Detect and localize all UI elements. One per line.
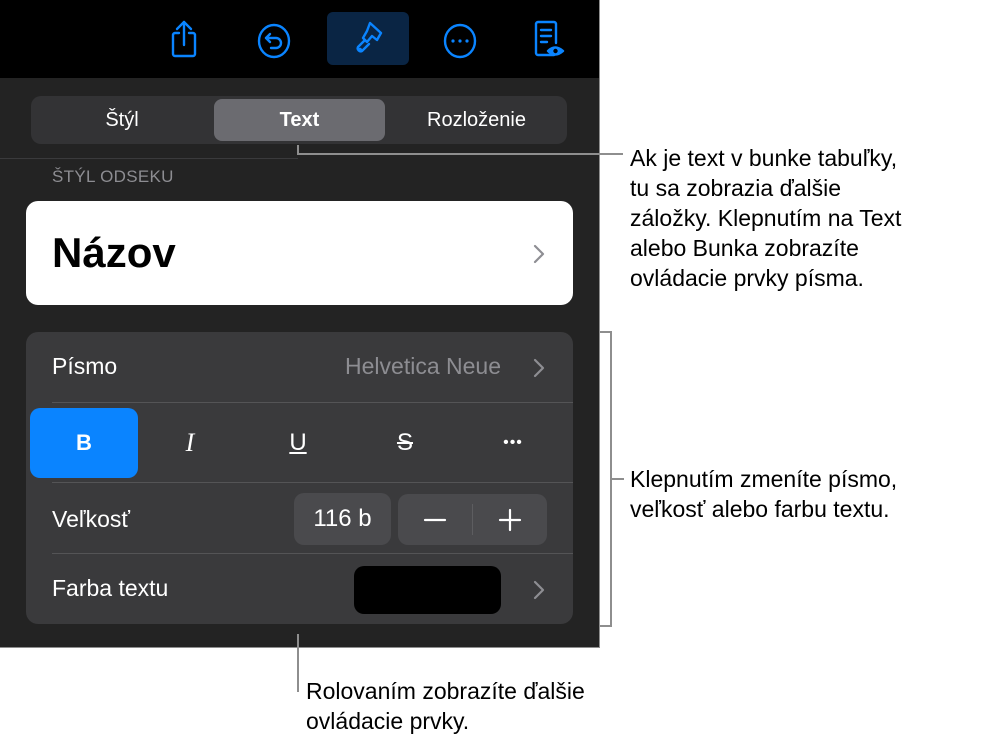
chevron-right-icon	[533, 358, 545, 378]
increase-size-button[interactable]	[473, 494, 547, 545]
callout-line-text: alebo Bunka zobrazíte	[630, 235, 859, 261]
format-button[interactable]	[327, 12, 409, 65]
callout-line-text: tu sa zobrazia ďalšie	[630, 175, 842, 201]
size-label: Veľkosť	[52, 506, 130, 532]
tab-segmented-control: Štýl Text Rozloženie	[31, 96, 567, 144]
minus-icon	[423, 518, 447, 521]
bold-label: B	[76, 430, 92, 455]
size-stepper	[398, 494, 547, 545]
text-color-swatch[interactable]	[354, 566, 501, 614]
paragraph-style-button[interactable]: Názov	[26, 201, 573, 305]
callout-line-text: Klepnutím zmeníte písmo,	[630, 466, 898, 492]
chevron-right-icon	[533, 580, 545, 600]
callout-line-text: ovládacie prvky písma.	[630, 265, 864, 291]
callout-line-text: záložky. Klepnutím na Text	[630, 205, 902, 231]
divider	[0, 158, 298, 159]
font-row[interactable]: Písmo Helvetica Neue	[26, 332, 573, 402]
format-panel: Štýl Text Rozloženie ŠTÝL ODSEKU Názov P…	[0, 0, 600, 648]
callout-line-text: veľkosť alebo farbu textu.	[630, 496, 890, 522]
reading-view-button[interactable]	[507, 12, 589, 65]
more-format-options-button[interactable]: •••	[459, 408, 567, 478]
plus-icon	[498, 508, 522, 531]
callout-font-controls-text: Klepnutím zmeníte písmo, veľkosť alebo f…	[630, 464, 897, 524]
ellipsis-circle-icon	[443, 23, 477, 58]
font-controls-group: Písmo Helvetica Neue B I U S ••• Veľkosť…	[26, 332, 573, 624]
text-color-label: Farba textu	[52, 575, 169, 601]
separator	[52, 482, 573, 483]
bracket-bottom	[600, 625, 612, 627]
size-input[interactable]: 116 b	[294, 493, 391, 545]
callout-tabs-text: Ak je text v bunke tabuľky, tu sa zobraz…	[630, 143, 901, 293]
ellipsis-icon: •••	[503, 434, 523, 451]
strikethrough-button[interactable]: S	[351, 408, 459, 478]
callout-line-text: Rolovaním zobrazíte ďalšie	[306, 678, 585, 704]
undo-icon	[257, 23, 291, 58]
underline-label: U	[289, 429, 307, 456]
callout-line-text: Ak je text v bunke tabuľky,	[630, 145, 898, 171]
tab-layout[interactable]: Rozloženie	[389, 99, 564, 141]
tab-style[interactable]: Štýl	[34, 99, 210, 141]
section-label-paragraph-style: ŠTÝL ODSEKU	[52, 167, 174, 186]
decrease-size-button[interactable]	[398, 494, 472, 545]
paintbrush-icon	[356, 21, 383, 52]
document-eye-icon	[534, 20, 565, 56]
chevron-right-icon	[533, 244, 545, 264]
font-label: Písmo	[52, 353, 118, 379]
callout-scroll-text: Rolovaním zobrazíte ďalšie ovládacie prv…	[306, 676, 585, 736]
separator	[52, 402, 573, 403]
callout-leader	[297, 634, 299, 692]
italic-label: I	[185, 428, 195, 457]
toolbar	[0, 0, 599, 78]
share-icon	[171, 20, 197, 57]
callout-line-text: ovládacie prvky.	[306, 708, 470, 734]
strikethrough-label: S	[396, 429, 413, 456]
underline-button[interactable]: U	[244, 408, 352, 478]
tab-text[interactable]: Text	[214, 99, 385, 141]
italic-button[interactable]: I	[136, 408, 244, 478]
share-button[interactable]	[143, 12, 225, 65]
callout-leader	[297, 153, 623, 155]
font-value: Helvetica Neue	[345, 353, 501, 379]
bold-button[interactable]: B	[30, 408, 138, 478]
paragraph-style-value: Názov	[52, 229, 176, 276]
undo-button[interactable]	[233, 12, 315, 65]
more-button[interactable]	[419, 12, 501, 65]
text-color-row[interactable]: Farba textu	[26, 554, 573, 624]
bracket-leader	[610, 478, 624, 480]
